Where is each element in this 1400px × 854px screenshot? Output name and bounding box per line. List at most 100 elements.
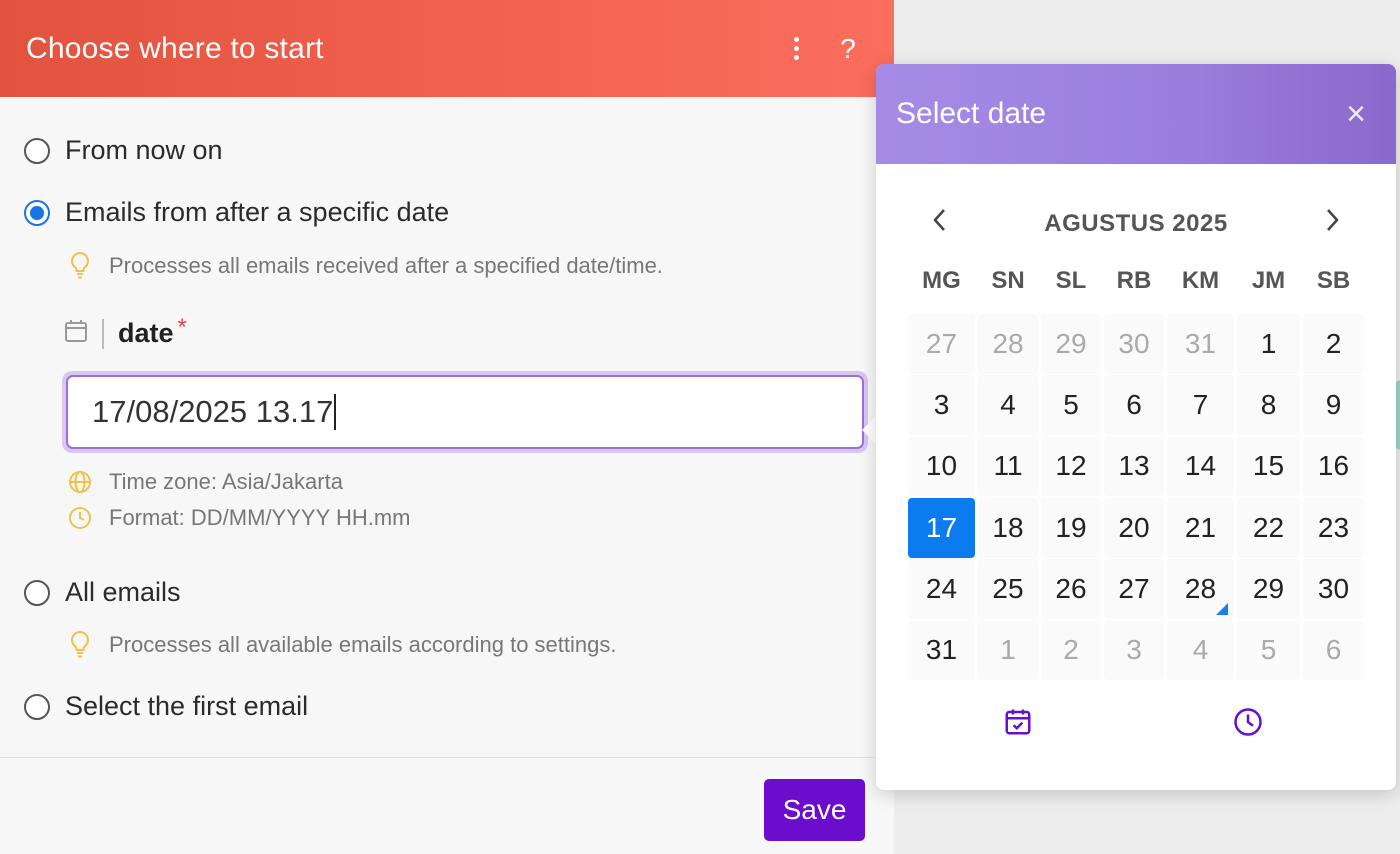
day-cell[interactable]: 26 [1041, 559, 1101, 619]
chevron-left-icon[interactable] [922, 206, 958, 242]
day-cell[interactable]: 1 [1237, 314, 1300, 374]
close-icon[interactable]: × [1336, 95, 1376, 134]
day-cell[interactable]: 23 [1303, 498, 1364, 558]
day-cell[interactable]: 5 [1041, 375, 1101, 435]
start-dialog: Choose where to start ? From now on Emai… [0, 0, 894, 854]
weekday-label: MG [922, 267, 961, 294]
option-from-now[interactable]: From now on [24, 135, 223, 166]
lightbulb-icon [66, 630, 94, 660]
format-hint: Format: DD/MM/YYYY HH.mm [66, 505, 411, 531]
day-cell[interactable]: 6 [1303, 620, 1364, 680]
day-cell[interactable]: 5 [1237, 620, 1300, 680]
weekday-label: RB [1116, 267, 1152, 294]
day-cell[interactable]: 3 [908, 375, 975, 435]
label-separator [102, 318, 104, 349]
day-cell[interactable]: 4 [1167, 620, 1234, 680]
day-cell[interactable]: 15 [1237, 436, 1300, 496]
day-cell[interactable]: 13 [1104, 436, 1164, 496]
all-emails-hint: Processes all available emails according… [66, 630, 616, 660]
date-field-label: date [118, 318, 174, 348]
day-cell[interactable]: 30 [1303, 559, 1364, 619]
weekday-label: KM [1181, 267, 1220, 294]
day-cell[interactable]: 21 [1167, 498, 1234, 558]
option-after-date-label: Emails from after a specific date [65, 197, 450, 227]
after-date-hint-text: Processes all emails received after a sp… [109, 253, 663, 278]
day-cell[interactable]: 2 [1303, 314, 1364, 374]
calendar-check-icon[interactable] [998, 702, 1038, 742]
calendar-icon [64, 319, 88, 348]
day-cell[interactable]: 30 [1104, 314, 1164, 374]
day-cell[interactable]: 11 [978, 436, 1038, 496]
picker-header: Select date × [876, 64, 1396, 164]
day-cell[interactable]: 3 [1104, 620, 1164, 680]
day-cell[interactable]: 16 [1303, 436, 1364, 496]
text-caret [334, 394, 337, 430]
clock-icon[interactable] [1228, 702, 1268, 742]
date-picker: Select date × AGUSTUS 2025 MG SN SL RB KM JM S… [876, 64, 1396, 790]
radio-from-now[interactable] [24, 137, 50, 164]
option-after-date[interactable]: Emails from after a specific date [24, 197, 449, 228]
more-vertical-icon[interactable] [776, 29, 816, 69]
day-cell[interactable]: 12 [1041, 436, 1101, 496]
day-cell[interactable]: 1 [978, 620, 1038, 680]
date-input-focus-ring: 17/08/2025 13.17 [62, 371, 868, 453]
day-cell[interactable]: 19 [1041, 498, 1101, 558]
option-select-first[interactable]: Select the first email [24, 691, 308, 722]
day-cell[interactable]: 7 [1167, 375, 1234, 435]
lightbulb-icon [66, 251, 94, 281]
picker-footer [876, 702, 1396, 742]
day-cell[interactable]: 24 [908, 559, 975, 619]
day-cell[interactable]: 31 [908, 620, 975, 680]
timezone-text: Time zone: Asia/Jakarta [109, 469, 343, 494]
clock-icon [66, 506, 94, 530]
required-asterisk: * [177, 313, 187, 341]
weekday-label: SB [1316, 267, 1351, 294]
date-input-value: 17/08/2025 13.17 [92, 394, 334, 429]
day-cell[interactable]: 2 [1041, 620, 1101, 680]
day-cell[interactable]: 22 [1237, 498, 1300, 558]
picker-title: Select date [896, 97, 1047, 130]
dialog-header: Choose where to start ? [0, 0, 894, 97]
day-cell[interactable]: 28 [978, 314, 1038, 374]
day-cell[interactable]: 31 [1167, 314, 1234, 374]
all-emails-hint-text: Processes all available emails according… [109, 632, 617, 657]
after-date-hint: Processes all emails received after a sp… [66, 251, 663, 281]
save-button[interactable]: Save [764, 779, 865, 841]
weekday-label: SN [991, 267, 1025, 294]
day-cell[interactable]: 25 [978, 559, 1038, 619]
day-cell[interactable]: 27 [908, 314, 975, 374]
option-all-emails[interactable]: All emails [24, 577, 181, 608]
weekday-label: JM [1251, 267, 1286, 294]
day-cell[interactable]: 29 [1041, 314, 1101, 374]
day-cell[interactable]: 14 [1167, 436, 1234, 496]
weekday-label: SL [1055, 267, 1087, 294]
day-cell[interactable]: 9 [1303, 375, 1364, 435]
option-all-emails-label: All emails [65, 577, 181, 607]
day-cell-today[interactable]: 28 [1167, 559, 1234, 619]
day-cell[interactable]: 29 [1237, 559, 1300, 619]
day-cell[interactable]: 6 [1104, 375, 1164, 435]
radio-select-first[interactable] [24, 693, 50, 720]
footer-divider [0, 757, 894, 758]
date-input[interactable]: 17/08/2025 13.17 [66, 375, 864, 449]
day-cell[interactable]: 18 [978, 498, 1038, 558]
day-cell[interactable]: 10 [908, 436, 975, 496]
day-cell-selected[interactable]: 17 [908, 498, 975, 558]
radio-all-emails[interactable] [24, 579, 50, 606]
month-label: AGUSTUS 2025 [1044, 210, 1228, 237]
format-text: Format: DD/MM/YYYY HH.mm [109, 505, 411, 530]
day-cell[interactable]: 8 [1237, 375, 1300, 435]
radio-after-date[interactable] [24, 199, 50, 226]
dialog-title: Choose where to start [26, 31, 324, 65]
month-navigation: AGUSTUS 2025 [876, 204, 1396, 244]
help-icon[interactable]: ? [828, 29, 868, 69]
option-select-first-label: Select the first email [65, 691, 309, 721]
day-cell[interactable]: 4 [978, 375, 1038, 435]
timezone-hint: Time zone: Asia/Jakarta [66, 469, 343, 495]
date-field-label-row: date * [64, 314, 187, 349]
chevron-right-icon[interactable] [1314, 206, 1350, 242]
option-from-now-label: From now on [65, 135, 223, 165]
day-cell[interactable]: 27 [1104, 559, 1164, 619]
globe-icon [66, 470, 94, 494]
day-cell[interactable]: 20 [1104, 498, 1164, 558]
